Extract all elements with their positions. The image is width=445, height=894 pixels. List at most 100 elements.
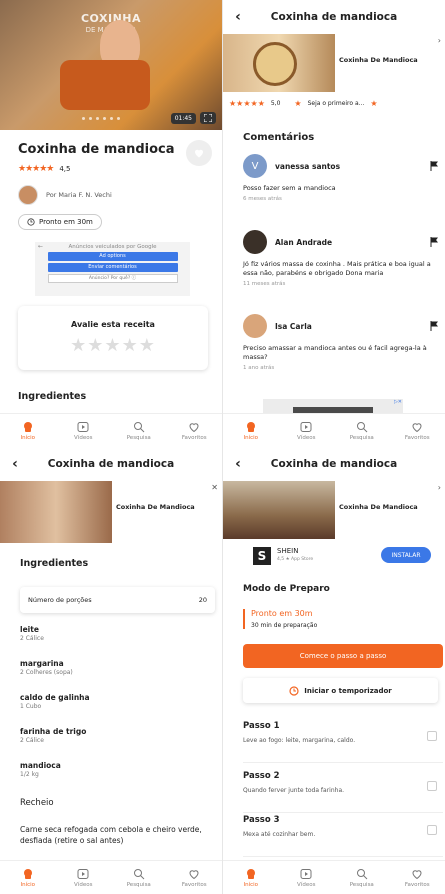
rating-row: ★★★★★ 4,5 xyxy=(18,164,70,174)
search-icon xyxy=(356,868,368,880)
comment-text: Jó fiz vários massa de coxinha . Mais pr… xyxy=(243,260,431,278)
ingredient-item: leite 2 Cálice xyxy=(20,625,215,642)
flag-icon[interactable] xyxy=(430,237,438,247)
ready-text: Pronto em 30m xyxy=(39,218,93,226)
step-item: Passo 1 Leve ao fogo: leite, margarina, … xyxy=(243,719,443,763)
nav-label: Início xyxy=(243,881,259,888)
star-icon: ★ xyxy=(370,98,378,108)
nav-label: Favoritos xyxy=(181,434,207,441)
step-checkbox[interactable] xyxy=(427,781,437,791)
start-step-by-step-button[interactable]: Comece o passo a passo xyxy=(243,644,443,668)
nav-item-search[interactable]: Pesquisa xyxy=(334,861,390,894)
comment-author: vanessa santos xyxy=(275,161,341,171)
ad-options-button[interactable]: Ad options xyxy=(47,252,178,261)
ad-feedback-button[interactable]: Enviar comentários xyxy=(47,263,178,272)
recipe-video[interactable]: COXINHA DE MANDIOCA 01:45 xyxy=(0,0,222,130)
favorite-button[interactable] xyxy=(186,140,212,166)
panel-recipe-overview: COXINHA DE MANDIOCA 01:45 Coxinha de man… xyxy=(0,0,222,447)
back-icon[interactable]: ‹ xyxy=(0,456,30,472)
nav-item-heart[interactable]: Favoritos xyxy=(390,414,445,447)
ready-info: Pronto em 30m 30 min de preparação xyxy=(243,609,317,629)
chevron-right-icon[interactable]: › xyxy=(438,36,441,45)
back-icon[interactable]: ‹ xyxy=(223,9,253,25)
ad-why-button[interactable]: Anúncio? Por quê? ⓘ xyxy=(47,274,178,283)
nav-label: Vídeos xyxy=(297,881,316,888)
shein-logo: S xyxy=(253,547,271,565)
ingredient-item: farinha de trigo 2 Cálice xyxy=(20,727,215,744)
avatar: V xyxy=(243,154,267,178)
flag-icon[interactable] xyxy=(430,161,438,171)
step-checkbox[interactable] xyxy=(427,825,437,835)
ad-header: Anúncios veiculados por Google xyxy=(68,244,157,250)
nav-item-heart[interactable]: Favoritos xyxy=(167,414,223,447)
nav-item-search[interactable]: Pesquisa xyxy=(111,414,167,447)
nav-item-play[interactable]: Vídeos xyxy=(279,861,335,894)
nav-label: Início xyxy=(20,881,36,888)
comment-text: Posso fazer sem a mandioca xyxy=(243,184,336,192)
nav-item-chef-hat[interactable]: Início xyxy=(0,861,56,894)
chef-hat-icon xyxy=(22,868,34,880)
clock-icon xyxy=(289,685,299,696)
panel-ingredients: ‹ Coxinha de mandioca Coxinha De Mandioc… xyxy=(0,447,222,894)
play-icon xyxy=(300,421,312,433)
back-icon[interactable]: ‹ xyxy=(223,456,253,472)
nav-item-chef-hat[interactable]: Início xyxy=(223,414,279,447)
nav-item-heart[interactable]: Favoritos xyxy=(167,861,223,894)
install-button[interactable]: INSTALAR xyxy=(381,547,431,563)
ready-badge: Pronto em 30m xyxy=(18,214,102,230)
avatar xyxy=(18,185,38,205)
nav-item-play[interactable]: Vídeos xyxy=(56,414,112,447)
prep-time: 30 min de preparação xyxy=(251,622,318,629)
play-icon xyxy=(300,868,312,880)
nav-item-search[interactable]: Pesquisa xyxy=(334,414,390,447)
step-checkbox[interactable] xyxy=(427,731,437,741)
method-heading: Modo de Preparo xyxy=(243,584,330,594)
rating-value: 4,5 xyxy=(59,165,71,173)
arrow-left-icon[interactable]: ← xyxy=(38,243,43,250)
nav-label: Vídeos xyxy=(74,434,93,441)
close-icon[interactable]: ✕ xyxy=(211,483,218,492)
heart-icon xyxy=(411,421,423,433)
author-row[interactable]: Por Maria F. N. Vechi xyxy=(18,185,112,205)
nav-item-chef-hat[interactable]: Início xyxy=(223,861,279,894)
fullscreen-icon[interactable] xyxy=(200,112,216,124)
video-ad-thumbnail xyxy=(223,481,335,539)
bottom-nav: Início Vídeos Pesquisa Favoritos xyxy=(0,860,222,894)
chef-hat-icon xyxy=(245,868,257,880)
ingredient-name: mandioca xyxy=(20,761,61,770)
comment-author: Isa Carla xyxy=(275,321,312,331)
video-ad[interactable]: Coxinha De Mandioca › xyxy=(223,481,445,539)
nav-item-heart[interactable]: Favoritos xyxy=(390,861,445,894)
video-ad[interactable]: Coxinha De Mandioca ✕ xyxy=(0,481,222,543)
first-rating-note: Seja o primeiro a... xyxy=(307,99,365,107)
video-ad[interactable]: Coxinha De Mandioca › xyxy=(223,34,445,92)
step-title: Passo 1 xyxy=(243,721,280,731)
nav-item-search[interactable]: Pesquisa xyxy=(111,861,167,894)
nav-item-chef-hat[interactable]: Início xyxy=(0,414,56,447)
comment-item: Alan Andrade Jó fiz vários massa de coxi… xyxy=(243,230,438,287)
nav-item-play[interactable]: Vídeos xyxy=(279,414,335,447)
nav-label: Vídeos xyxy=(74,881,93,888)
start-timer-button[interactable]: Iniciar o temporizador xyxy=(243,678,438,703)
video-ad-label: Coxinha De Mandioca xyxy=(339,503,418,511)
top-bar: ‹ Coxinha de mandioca xyxy=(223,0,445,34)
ingredient-qty: 1/2 kg xyxy=(20,771,39,778)
rating-stars: ★★★★★ xyxy=(229,98,265,108)
top-bar: ‹ Coxinha de mandioca xyxy=(0,447,222,481)
rating-value: 5,0 xyxy=(270,99,281,107)
rate-stars-input[interactable]: ★★★★★ xyxy=(18,335,208,356)
carousel-dots xyxy=(82,117,120,120)
portions-selector[interactable]: Número de porções 20 xyxy=(20,587,215,613)
ingredients-heading: Ingredientes xyxy=(18,391,87,402)
flag-icon[interactable] xyxy=(430,321,438,331)
ingredient-qty: 2 Cálice xyxy=(20,635,44,642)
app-install-ad[interactable]: S SHEIN 4,5 ★ App Store INSTALAR xyxy=(223,539,445,577)
nav-item-play[interactable]: Vídeos xyxy=(56,861,112,894)
ingredient-qty: 1 Cubo xyxy=(20,703,42,710)
ad-app-name: SHEIN xyxy=(277,547,299,555)
avatar xyxy=(243,230,267,254)
chevron-right-icon[interactable]: › xyxy=(438,483,441,492)
nav-label: Pesquisa xyxy=(349,881,374,888)
ad-choices-icon[interactable]: ▷✕ xyxy=(394,399,402,405)
screen-title: Coxinha de mandioca xyxy=(270,458,398,470)
